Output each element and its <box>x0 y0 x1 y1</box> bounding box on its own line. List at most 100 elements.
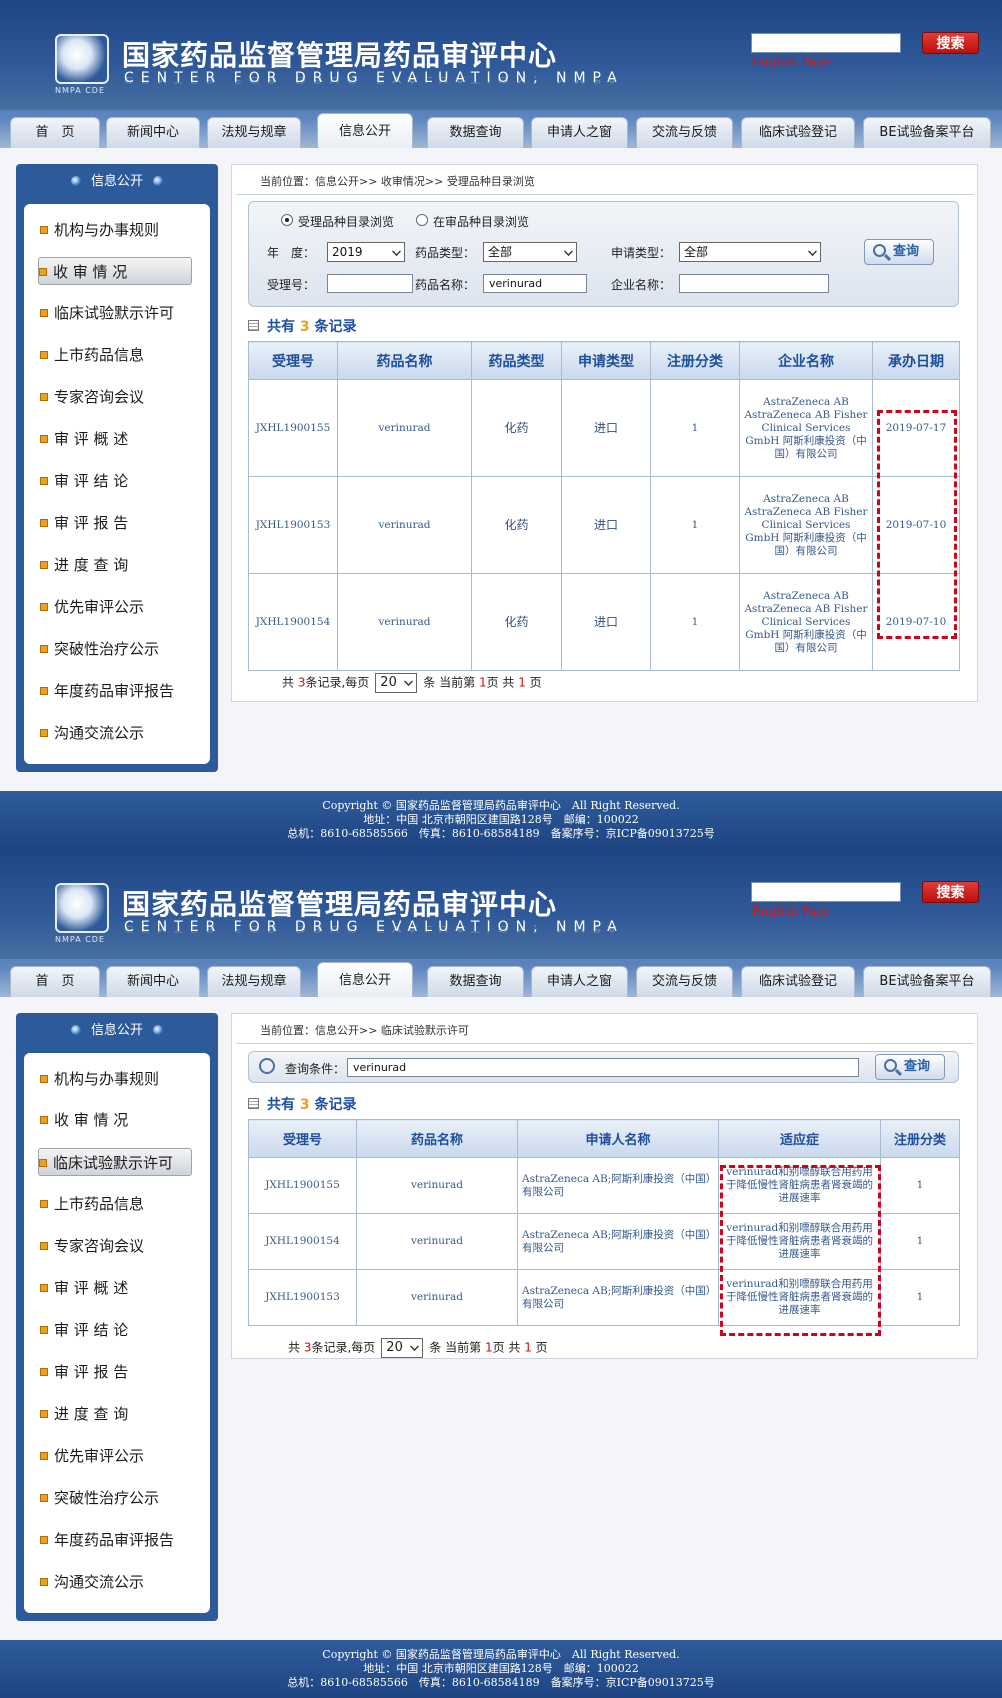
count-suffix: 条记录 <box>314 319 357 335</box>
date-highlight-box <box>877 410 957 639</box>
english-page-link[interactable]: English Page <box>752 55 831 69</box>
sidebar-item-label: 审 评 报 告 <box>54 514 129 532</box>
sidebar-heading: 信息公开 <box>16 1013 218 1049</box>
sidebar-item-breakthrough[interactable]: 突破性治疗公示 <box>40 1484 210 1512</box>
cell-applicant: AstraZeneca AB;阿斯利康投资（中国）有限公司 <box>517 1157 719 1214</box>
nav-be-platform[interactable]: BE试验备案平台 <box>863 117 991 148</box>
sidebar-item-communication[interactable]: 沟通交流公示 <box>40 719 210 747</box>
drug-type-select[interactable]: 全部 <box>483 242 577 262</box>
rss-icon <box>40 1451 48 1460</box>
site-title-reflection: CENTER FOR DRUG EVALUATION, NMPA <box>124 923 624 933</box>
query-button-label: 查询 <box>904 1059 931 1074</box>
nav-info-public[interactable]: 信息公开 <box>317 962 413 997</box>
sidebar-item-expert[interactable]: 专家咨询会议 <box>40 383 210 411</box>
site-footer: Copyright © 国家药品监督管理局药品审评中心 All Right Re… <box>0 791 1002 849</box>
sidebar-item-marketed[interactable]: 上市药品信息 <box>40 341 210 369</box>
column-header: 申请类型 <box>561 341 651 380</box>
sidebar-item-annual[interactable]: 年度药品审评报告 <box>40 677 210 705</box>
cell-drug-name: verinurad <box>356 1213 518 1270</box>
radio-accepted[interactable] <box>281 214 293 226</box>
sidebar-item-conclusion[interactable]: 审 评 结 论 <box>40 1316 210 1344</box>
english-page-link[interactable]: English Page <box>752 904 831 918</box>
site-search-input[interactable] <box>751 33 901 53</box>
apply-type-label: 申请类型： <box>611 246 672 260</box>
cell-apply-type: 进口 <box>561 573 651 671</box>
table-row[interactable]: JXHL1900153 verinurad 化药 进口 1 AstraZenec… <box>248 476 960 574</box>
sidebar-item-breakthrough[interactable]: 突破性治疗公示 <box>40 635 210 663</box>
year-select[interactable]: 2019 <box>327 242 405 262</box>
chevron-down-icon <box>410 1342 420 1351</box>
search-icon <box>259 1058 275 1074</box>
divider <box>236 194 974 195</box>
drug-name-input[interactable]: verinurad <box>483 274 587 293</box>
sidebar-item-marketed[interactable]: 上市药品信息 <box>40 1190 210 1218</box>
sidebar-item-label: 进 度 查 询 <box>54 556 129 574</box>
sidebar-item-priority[interactable]: 优先审评公示 <box>40 593 210 621</box>
nav-info-public[interactable]: 信息公开 <box>317 113 413 148</box>
cde-logo-icon[interactable] <box>55 34 109 84</box>
sidebar-item-conclusion[interactable]: 审 评 结 论 <box>40 467 210 495</box>
nav-data-query[interactable]: 数据查询 <box>427 966 524 997</box>
nav-home[interactable]: 首 页 <box>10 117 100 148</box>
query-input[interactable]: verinurad <box>347 1058 859 1077</box>
sidebar-item-label: 专家咨询会议 <box>54 1237 145 1255</box>
count-suffix: 条记录 <box>314 1097 357 1113</box>
column-header: 药品名称 <box>337 341 472 380</box>
nav-home[interactable]: 首 页 <box>10 966 100 997</box>
nav-applicant[interactable]: 申请人之窗 <box>531 966 628 997</box>
page-size-select[interactable]: 20 <box>375 673 418 693</box>
sidebar-item-priority[interactable]: 优先审评公示 <box>40 1442 210 1470</box>
sidebar-item-clinical-permit[interactable]: 临床试验默示许可 <box>38 1148 192 1176</box>
nav-applicant[interactable]: 申请人之窗 <box>531 117 628 148</box>
nav-feedback[interactable]: 交流与反馈 <box>636 117 733 148</box>
table-header-row: 受理号 药品名称 申请人名称 适应症 注册分类 <box>248 1119 960 1158</box>
nav-data-query[interactable]: 数据查询 <box>427 117 524 148</box>
accept-no-input[interactable] <box>327 274 413 293</box>
nav-clinical-registry[interactable]: 临床试验登记 <box>741 966 855 997</box>
cell-drug-type: 化药 <box>471 573 562 671</box>
table-row[interactable]: JXHL1900154 verinurad 化药 进口 1 AstraZenec… <box>248 573 960 671</box>
query-button[interactable]: 查询 <box>875 1054 945 1080</box>
nav-regulations[interactable]: 法规与规章 <box>207 117 301 148</box>
column-header: 适应症 <box>718 1119 881 1158</box>
sidebar-item-rules[interactable]: 机构与办事规则 <box>40 216 210 244</box>
sidebar-item-expert[interactable]: 专家咨询会议 <box>40 1232 210 1260</box>
sidebar-item-communication[interactable]: 沟通交流公示 <box>40 1568 210 1596</box>
apply-type-select[interactable]: 全部 <box>679 242 821 262</box>
sidebar-item-clinical-permit[interactable]: 临床试验默示许可 <box>40 299 210 327</box>
cell-class: 1 <box>650 573 740 671</box>
site-search-input[interactable] <box>751 882 901 902</box>
sidebar-item-overview[interactable]: 审 评 概 述 <box>40 1274 210 1302</box>
nav-news[interactable]: 新闻中心 <box>106 966 200 997</box>
company-input[interactable] <box>679 274 829 293</box>
nav-be-platform[interactable]: BE试验备案平台 <box>863 966 991 997</box>
screenshot-accepted-catalog: NMPA CDE 国家药品监督管理局药品审评中心 CENTER FOR DRUG… <box>0 0 1002 849</box>
cde-logo-icon[interactable] <box>55 883 109 933</box>
results-table: 受理号 药品名称 药品类型 申请类型 注册分类 企业名称 承办日期 JXHL19… <box>248 341 960 671</box>
nav-feedback[interactable]: 交流与反馈 <box>636 966 733 997</box>
nav-news[interactable]: 新闻中心 <box>106 117 200 148</box>
sidebar-item-label: 上市药品信息 <box>54 1195 145 1213</box>
sidebar-item-report[interactable]: 审 评 报 告 <box>40 509 210 537</box>
sidebar-item-progress[interactable]: 进 度 查 询 <box>40 1400 210 1428</box>
sidebar-item-rules[interactable]: 机构与办事规则 <box>40 1065 210 1093</box>
site-search-button[interactable]: 搜索 <box>922 32 979 54</box>
table-row[interactable]: JXHL1900155 verinurad 化药 进口 1 AstraZenec… <box>248 379 960 477</box>
sidebar-item-report[interactable]: 审 评 报 告 <box>40 1358 210 1386</box>
sidebar-item-progress[interactable]: 进 度 查 询 <box>40 551 210 579</box>
nav-regulations[interactable]: 法规与规章 <box>207 966 301 997</box>
sidebar-item-overview[interactable]: 审 评 概 述 <box>40 425 210 453</box>
sidebar-item-intake[interactable]: 收 审 情 况 <box>40 1106 210 1134</box>
page-size-select[interactable]: 20 <box>381 1338 424 1358</box>
sidebar-item-label: 专家咨询会议 <box>54 388 145 406</box>
sidebar-item-annual[interactable]: 年度药品审评报告 <box>40 1526 210 1554</box>
nav-clinical-registry[interactable]: 临床试验登记 <box>741 117 855 148</box>
pager-text: 条记录,每页 <box>305 675 370 690</box>
pager-pages: 1 <box>518 675 526 690</box>
sidebar-item-label: 突破性治疗公示 <box>54 640 160 658</box>
query-button[interactable]: 查询 <box>864 239 934 265</box>
sidebar-item-intake[interactable]: 收 审 情 况 <box>38 257 192 285</box>
pager-current: 1 <box>478 675 487 690</box>
site-search-button[interactable]: 搜索 <box>922 881 979 903</box>
radio-reviewing[interactable] <box>416 214 428 226</box>
